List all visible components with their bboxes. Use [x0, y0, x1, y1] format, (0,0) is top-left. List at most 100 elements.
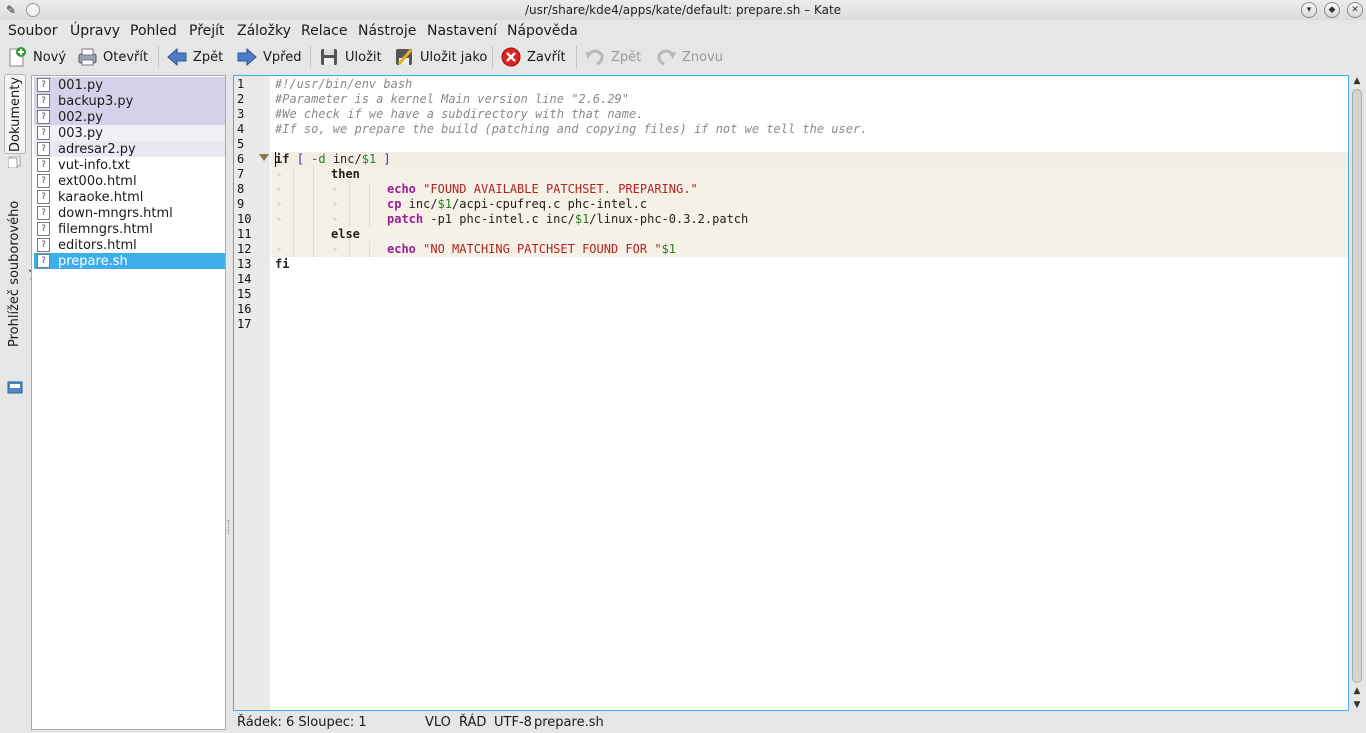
- unknown-file-icon: ?: [37, 78, 50, 92]
- window-title: /usr/share/kde4/apps/kate/default: prepa…: [524, 3, 842, 17]
- list-item[interactable]: ? filemngrs.html: [34, 221, 225, 237]
- scrollbar-thumb[interactable]: [1352, 89, 1362, 683]
- line-number: 3: [237, 107, 245, 121]
- unknown-file-icon: ?: [37, 190, 50, 204]
- cursor-position: Řádek: 6 Sloupec: 1: [237, 715, 367, 730]
- sidebar-tabs: Dokumenty Prohlížeč souborového systému: [4, 74, 44, 404]
- list-item[interactable]: ? vut-info.txt: [34, 157, 225, 173]
- line-number: 12: [237, 242, 252, 256]
- forward-button[interactable]: Vpřed: [236, 45, 301, 69]
- arrow-left-icon: [166, 46, 188, 68]
- line-number: 9: [237, 197, 245, 211]
- line-number: 10: [237, 212, 252, 226]
- menu-relace[interactable]: Relace: [301, 22, 348, 40]
- printer-icon: [76, 46, 98, 68]
- line-number: 11: [237, 227, 252, 241]
- tab-filesystem-browser[interactable]: Prohlížeč souborového systému: [4, 174, 44, 374]
- menu-pohled[interactable]: Pohled: [130, 22, 177, 40]
- maximize-icon[interactable]: ◆: [1324, 2, 1340, 18]
- menu-prejit[interactable]: Přejít: [189, 22, 225, 40]
- line-number-gutter: 1 2 3 4 5 6 7 8 9 10 11 12 13 14 15 16 1…: [234, 76, 270, 710]
- code-line: #!/usr/bin/env bash: [275, 77, 413, 91]
- menu-napoveda[interactable]: Nápověda: [507, 22, 578, 40]
- scroll-down-icon[interactable]: ▼: [1351, 699, 1363, 711]
- unknown-file-icon: ?: [37, 174, 50, 188]
- list-item[interactable]: ? 001.py: [34, 77, 225, 93]
- list-item[interactable]: ? ext00o.html: [34, 173, 225, 189]
- line-number: 4: [237, 122, 245, 136]
- list-item[interactable]: ? 003.py: [34, 125, 225, 141]
- current-line-highlight: [271, 152, 1348, 167]
- window-pin-icon[interactable]: [26, 3, 40, 17]
- new-document-icon: [6, 46, 28, 68]
- list-item[interactable]: ? adresar2.py: [34, 141, 225, 157]
- menu-nastroje[interactable]: Nástroje: [358, 22, 416, 40]
- new-button[interactable]: Nový: [6, 45, 66, 69]
- minimize-icon[interactable]: ▾: [1301, 2, 1317, 18]
- save-as-icon: [393, 46, 415, 68]
- documents-tab-icon: [7, 155, 22, 169]
- fold-marker-icon[interactable]: [259, 154, 269, 161]
- code-line: #If so, we prepare the build (patching a…: [275, 122, 868, 136]
- code-line: echo "FOUND AVAILABLE PATCHSET. PREPARIN…: [387, 182, 698, 196]
- arrow-right-icon: [236, 46, 258, 68]
- status-filename: prepare.sh: [534, 715, 604, 730]
- filesystem-browser-icon: [7, 379, 23, 395]
- unknown-file-icon: ?: [37, 158, 50, 172]
- close-window-icon[interactable]: ✕: [1347, 2, 1363, 18]
- unknown-file-icon: ?: [37, 110, 50, 124]
- window-menu-icon[interactable]: ✎: [3, 2, 19, 18]
- list-item[interactable]: ? backup3.py: [34, 93, 225, 109]
- close-button[interactable]: Zavřít: [500, 45, 566, 69]
- list-item-selected[interactable]: ? prepare.sh: [34, 253, 225, 269]
- open-button[interactable]: Otevřít: [76, 45, 148, 69]
- code-line: fi: [275, 257, 290, 271]
- unknown-file-icon: ?: [37, 126, 50, 140]
- list-item[interactable]: ? 002.py: [34, 109, 225, 125]
- menu-upravy[interactable]: Úpravy: [70, 22, 120, 40]
- save-as-button[interactable]: Uložit jako: [393, 45, 487, 69]
- unknown-file-icon: ?: [37, 254, 50, 268]
- undo-button[interactable]: Zpět: [584, 45, 641, 69]
- line-number: 6: [237, 152, 245, 166]
- code-line: echo "NO MATCHING PATCHSET FOUND FOR "$1: [387, 242, 677, 256]
- close-red-icon: [500, 46, 522, 68]
- menu-zalozky[interactable]: Záložky: [237, 22, 291, 40]
- line-number: 17: [237, 317, 252, 331]
- redo-icon: [655, 46, 677, 68]
- line-number: 2: [237, 92, 245, 106]
- menu-nastaveni[interactable]: Nastavení: [427, 22, 497, 40]
- save-button[interactable]: Uložit: [318, 45, 382, 69]
- scroll-up-icon[interactable]: ▲: [1351, 75, 1363, 87]
- input-mode[interactable]: ŘÁD: [459, 712, 486, 733]
- code-line: else: [331, 227, 360, 241]
- list-item[interactable]: ? karaoke.html: [34, 189, 225, 205]
- line-number: 15: [237, 287, 252, 301]
- menu-soubor[interactable]: Soubor: [8, 22, 58, 40]
- unknown-file-icon: ?: [37, 206, 50, 220]
- list-item[interactable]: ? editors.html: [34, 237, 225, 253]
- scroll-up-icon[interactable]: ▲: [1351, 685, 1363, 697]
- tab-documents[interactable]: Dokumenty: [4, 74, 26, 154]
- unknown-file-icon: ?: [37, 222, 50, 236]
- main-toolbar: Nový Otevřít Zpět Vpřed Uložit Uložit ja…: [0, 42, 1366, 72]
- unknown-file-icon: ?: [37, 142, 50, 156]
- code-editor[interactable]: 1 2 3 4 5 6 7 8 9 10 11 12 13 14 15 16 1…: [233, 75, 1349, 711]
- code-line: #We check if we have a subdirectory with…: [275, 107, 644, 121]
- redo-button[interactable]: Znovu: [655, 45, 723, 69]
- status-bar: Řádek: 6 Sloupec: 1 VLO ŘÁD UTF-8 prepar…: [0, 712, 1366, 733]
- vertical-scrollbar[interactable]: ▲ ▲ ▼: [1350, 75, 1364, 712]
- unknown-file-icon: ?: [37, 94, 50, 108]
- splitter-handle[interactable]: [228, 520, 231, 534]
- code-line: if [ -d inc/$1 ]: [275, 152, 391, 166]
- back-button[interactable]: Zpět: [166, 45, 223, 69]
- edit-mode[interactable]: VLO: [425, 712, 451, 733]
- line-number: 5: [237, 137, 245, 151]
- encoding[interactable]: UTF-8: [494, 712, 532, 733]
- list-item[interactable]: ? down-mngrs.html: [34, 205, 225, 221]
- menu-bar: Soubor Úpravy Pohled Přejít Záložky Rela…: [0, 20, 1366, 42]
- code-line: patch -p1 phc-intel.c inc/$1/linux-phc-0…: [387, 212, 749, 226]
- unknown-file-icon: ?: [37, 238, 50, 252]
- code-line: then: [331, 167, 360, 181]
- line-number: 8: [237, 182, 245, 196]
